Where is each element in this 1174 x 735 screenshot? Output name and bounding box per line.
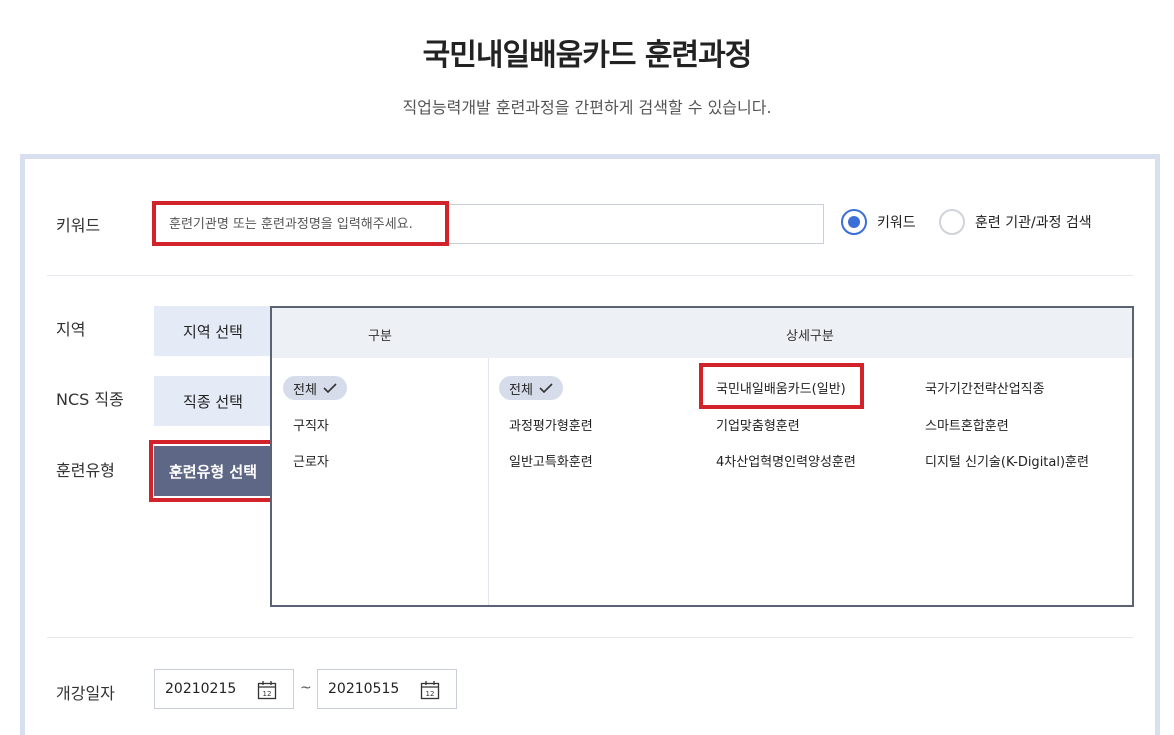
- training-type-table: 구분 상세구분 전체 구직자 근로자 전체 국민내일배움카드(일반) 국가기간전…: [270, 306, 1134, 607]
- detail-smart-hybrid[interactable]: 스마트혼합훈련: [925, 415, 1009, 434]
- header-detail: 상세구분: [786, 329, 834, 344]
- category-all-chip[interactable]: 전체: [283, 376, 347, 400]
- detail-national-card-general[interactable]: 국민내일배움카드(일반): [716, 378, 846, 397]
- ncs-select-button[interactable]: 직종 선택: [154, 376, 272, 426]
- calendar-icon[interactable]: 12: [420, 680, 440, 700]
- detail-all-label: 전체: [509, 382, 533, 398]
- radio-institution-course[interactable]: 훈련 기관/과정 검색: [939, 209, 1092, 235]
- detail-course-evaluation[interactable]: 과정평가형훈련: [509, 415, 593, 434]
- divider: [47, 275, 1133, 276]
- training-type-label: 훈련유형: [56, 461, 115, 480]
- keyword-label: 키워드: [56, 216, 101, 235]
- radio-keyword-label: 키워드: [877, 215, 916, 231]
- start-date-from-field[interactable]: 20210215 12: [154, 669, 294, 709]
- ncs-label: NCS 직종: [56, 390, 124, 409]
- category-all-label: 전체: [293, 382, 317, 398]
- column-divider: [488, 358, 489, 605]
- table-header: 구분 상세구분: [272, 308, 1132, 358]
- calendar-icon[interactable]: 12: [257, 680, 277, 700]
- page-title: 국민내일배움카드 훈련과정: [422, 38, 753, 73]
- detail-k-digital[interactable]: 디지털 신기술(K-Digital)훈련: [925, 451, 1089, 470]
- detail-4th-industrial[interactable]: 4차산업혁명인력양성훈련: [716, 451, 856, 470]
- calendar-day: 12: [263, 690, 272, 698]
- start-date-from-value: 20210215: [165, 681, 237, 697]
- region-label: 지역: [56, 320, 86, 339]
- category-job-seeker[interactable]: 구직자: [293, 415, 329, 434]
- page-subtitle: 직업능력개발 훈련과정을 간편하게 검색할 수 있습니다.: [402, 98, 772, 117]
- check-icon: [539, 383, 553, 393]
- start-date-label: 개강일자: [56, 684, 115, 703]
- training-type-select-button[interactable]: 훈련유형 선택: [154, 446, 272, 496]
- radio-institution-label: 훈련 기관/과정 검색: [975, 215, 1092, 231]
- keyword-input-wrapper: [154, 204, 824, 244]
- detail-all-chip[interactable]: 전체: [499, 376, 563, 400]
- date-range-separator: ~: [300, 680, 312, 696]
- region-select-button[interactable]: 지역 선택: [154, 306, 272, 356]
- detail-national-key-industry[interactable]: 국가기간전략산업직종: [925, 378, 1045, 397]
- keyword-input[interactable]: [155, 205, 823, 243]
- detail-general-high-school[interactable]: 일반고특화훈련: [509, 451, 593, 470]
- radio-keyword[interactable]: 키워드: [841, 209, 916, 235]
- detail-company-customized[interactable]: 기업맞춤형훈련: [716, 415, 800, 434]
- header-category: 구분: [368, 329, 392, 344]
- category-worker[interactable]: 근로자: [293, 451, 329, 470]
- divider: [47, 637, 1133, 638]
- start-date-to-value: 20210515: [328, 681, 400, 697]
- radio-unselected-icon: [939, 209, 965, 235]
- radio-selected-icon: [841, 209, 867, 235]
- calendar-day: 12: [426, 690, 435, 698]
- check-icon: [323, 383, 337, 393]
- start-date-to-field[interactable]: 20210515 12: [317, 669, 457, 709]
